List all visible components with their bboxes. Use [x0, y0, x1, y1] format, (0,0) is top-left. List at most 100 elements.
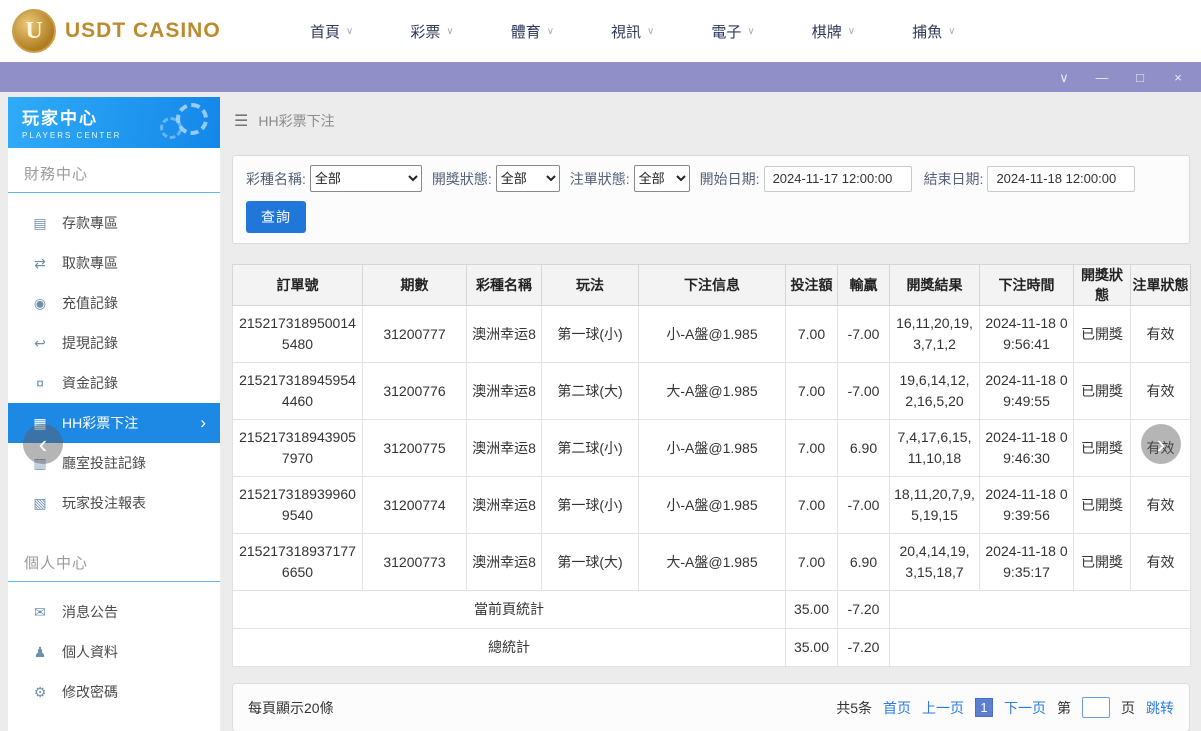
nav-item-slots[interactable]: 電子 ∨: [711, 21, 754, 42]
col-header-win-loss: 輸贏: [837, 264, 890, 306]
page-summary-winloss: -7.20: [837, 590, 890, 629]
sidebar-item-cashout-records[interactable]: ↩ 提現記錄: [8, 323, 220, 363]
sidebar-item-label: 玩家投注報表: [62, 495, 146, 511]
chevron-down-icon: ∨: [446, 25, 454, 37]
cell-winloss: -7.00: [837, 362, 890, 420]
bet-status-select[interactable]: 全部: [633, 165, 690, 192]
sidebar-item-profile[interactable]: ♟ 個人資料: [8, 632, 220, 672]
draw-status-select[interactable]: 全部: [495, 165, 560, 192]
lottery-name-label: 彩種名稱:: [246, 170, 306, 187]
sidebar-item-label: 資金記錄: [62, 375, 118, 391]
sidebar-item-withdraw[interactable]: ⇄ 取款專區: [8, 243, 220, 283]
nav-item-cards[interactable]: 棋牌 ∨: [812, 21, 855, 42]
page-jump-input[interactable]: [1082, 697, 1110, 718]
cell-draw-status: 已開獎: [1073, 305, 1131, 363]
cell-play: 第二球(大): [541, 362, 639, 420]
col-header-draw-result: 開獎結果: [889, 264, 980, 306]
sidebar-item-funds-records[interactable]: ¤ 資金記錄: [8, 363, 220, 403]
chevron-down-icon: ∨: [546, 25, 555, 37]
cell-draw-status: 已開獎: [1073, 419, 1131, 477]
sidebar-item-player-bet-report[interactable]: ▧ 玩家投注報表: [8, 483, 220, 523]
prev-page-link[interactable]: 上一页: [922, 698, 964, 718]
col-header-bet-amount: 投注額: [785, 264, 838, 306]
summary-empty-cell: [889, 590, 1191, 629]
sidebar-item-announcements[interactable]: ✉ 消息公告: [8, 592, 220, 632]
page-summary-label: 當前頁統計: [232, 590, 786, 629]
lottery-name-select[interactable]: 全部: [309, 165, 422, 192]
total-count: 共5条: [836, 699, 872, 716]
cell-period: 31200774: [362, 476, 467, 534]
maximize-icon[interactable]: □: [1133, 71, 1147, 84]
next-page-link[interactable]: 下一页: [1004, 698, 1046, 718]
cell-lottery: 澳洲幸运8: [466, 533, 542, 591]
end-date-input[interactable]: [987, 165, 1136, 192]
sidebar-item-change-password[interactable]: ⚙ 修改密碼: [8, 672, 220, 712]
page-title: HH彩票下注: [258, 113, 335, 129]
main-menu: 首頁 ∨ 彩票 ∨ 體育 ∨ 視訊 ∨ 電子 ∨ 棋牌 ∨ 捕魚 ∨: [310, 21, 955, 42]
chevron-left-icon: ‹: [38, 428, 48, 459]
carousel-left-arrow[interactable]: ‹: [23, 424, 63, 464]
current-page[interactable]: 1: [975, 698, 993, 717]
bets-table: 訂單號 期數 彩種名稱 玩法 下注信息 投注額 輸贏 開獎結果 下注時間 開獎狀…: [232, 264, 1191, 667]
cell-bet-info: 大-A盤@1.985: [638, 533, 786, 591]
cell-bet-status: 有效: [1130, 533, 1191, 591]
end-date-label: 結束日期:: [923, 170, 984, 187]
nav-item-label: 捕魚: [912, 23, 943, 41]
sidebar-section-finance: 財務中心: [8, 148, 220, 193]
jump-label-post: 页: [1121, 699, 1135, 716]
minimize-icon[interactable]: —: [1095, 71, 1109, 84]
sidebar-section-personal: 個人中心: [8, 537, 220, 582]
cell-amount: 7.00: [785, 419, 838, 477]
nav-item-fishing[interactable]: 捕魚 ∨: [912, 21, 955, 42]
search-button[interactable]: 查詢: [246, 201, 306, 233]
cell-draw-status: 已開獎: [1073, 476, 1131, 534]
nav-item-label: 視訊: [611, 23, 642, 41]
titlebar-chevron-icon[interactable]: ∨: [1057, 71, 1071, 84]
carousel-right-arrow[interactable]: ›: [1141, 424, 1181, 464]
cell-lottery: 澳洲幸运8: [466, 362, 542, 420]
sidebar-item-deposit[interactable]: ▤ 存款專區: [8, 203, 220, 243]
cell-result: 7,4,17,6,15,11,10,18: [889, 419, 980, 477]
jump-label-pre: 第: [1057, 699, 1071, 716]
chevron-down-icon: ∨: [647, 25, 655, 37]
sidebar-item-label: 修改密碼: [62, 684, 118, 700]
sidebar-item-label: 個人資料: [62, 644, 118, 660]
cell-period: 31200777: [362, 305, 467, 363]
cell-period: 31200773: [362, 533, 467, 591]
cell-bet-status: 有效: [1130, 476, 1191, 534]
sidebar-item-label: 消息公告: [62, 604, 118, 620]
jump-button[interactable]: 跳转: [1146, 698, 1174, 718]
table-row: 2152173189500145480 31200777 澳洲幸运8 第一球(小…: [232, 305, 1191, 363]
col-header-order-no: 訂單號: [232, 264, 363, 306]
sidebar-item-label: 存款專區: [62, 215, 118, 231]
table-row: 2152173189439057970 31200775 澳洲幸运8 第二球(小…: [232, 419, 1191, 477]
cell-draw-status: 已開獎: [1073, 362, 1131, 420]
nav-item-live[interactable]: 視訊 ∨: [611, 21, 654, 42]
cell-bet-info: 大-A盤@1.985: [638, 362, 786, 420]
nav-item-home[interactable]: 首頁 ∨: [310, 21, 353, 42]
table-header-row: 訂單號 期數 彩種名稱 玩法 下注信息 投注額 輸贏 開獎結果 下注時間 開獎狀…: [232, 264, 1191, 306]
deposit-icon: ▤: [33, 214, 47, 231]
menu-icon[interactable]: ☰: [234, 111, 248, 131]
sidebar-item-recharge-records[interactable]: ◉ 充值記錄: [8, 283, 220, 323]
first-page-link[interactable]: 首页: [883, 698, 911, 718]
col-header-bet-info: 下注信息: [638, 264, 786, 306]
grand-summary-row: 總統計 35.00 -7.20: [232, 628, 1191, 667]
cell-bet-status: 有效: [1130, 362, 1191, 420]
sidebar-item-label: 充值記錄: [62, 295, 118, 311]
message-icon: ✉: [34, 603, 46, 620]
nav-item-sports[interactable]: 體育 ∨: [511, 21, 554, 42]
nav-item-label: 電子: [711, 23, 742, 41]
cell-result: 20,4,14,19,3,15,18,7: [889, 533, 980, 591]
cell-bet-info: 小-A盤@1.985: [638, 419, 786, 477]
cell-bet-time: 2024-11-18 09:49:55: [979, 362, 1074, 420]
grand-summary-winloss: -7.20: [837, 628, 890, 667]
nav-item-label: 棋牌: [811, 23, 842, 41]
top-navigation: U USDT CASINO 首頁 ∨ 彩票 ∨ 體育 ∨ 視訊 ∨ 電子 ∨ 棋…: [0, 0, 1201, 62]
logo[interactable]: U USDT CASINO: [0, 9, 252, 53]
nav-item-lottery[interactable]: 彩票 ∨: [410, 21, 453, 42]
cell-play: 第一球(大): [541, 533, 639, 591]
close-icon[interactable]: ×: [1171, 71, 1185, 84]
nav-item-label: 體育: [510, 23, 541, 41]
start-date-input[interactable]: [763, 165, 912, 192]
